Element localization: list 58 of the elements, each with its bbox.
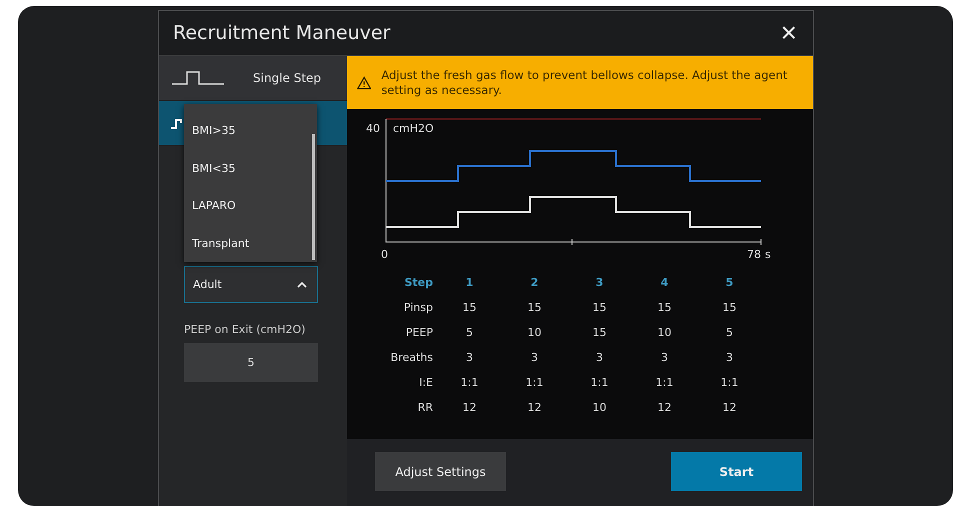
step-icon: [171, 117, 183, 129]
close-button[interactable]: ×: [776, 19, 801, 47]
axis-label: 78: [747, 248, 761, 261]
table-cell-text: 1:1: [524, 375, 544, 391]
axis-unit: cmH2O: [393, 122, 434, 135]
table-cell-text: 12: [526, 400, 542, 416]
chevron-icon: [297, 282, 307, 288]
table-header: 5: [724, 275, 734, 291]
table-cell-text: 15: [722, 300, 738, 316]
table-cell-text: 15: [526, 300, 542, 316]
peep-field[interactable]: 5: [184, 343, 318, 382]
table-cell-text: 1:1: [590, 375, 610, 391]
mode-tab[interactable]: Single Step: [159, 56, 347, 101]
table-cell-text: 15: [592, 300, 608, 316]
table-cell-text: 5: [725, 325, 734, 341]
table-cell-text: 15: [656, 300, 672, 316]
table-cell-text: 10: [592, 400, 608, 416]
table-cell-text: 12: [656, 400, 672, 416]
dropdown-option[interactable]: BMI>35: [184, 112, 317, 150]
table-header: 2: [530, 275, 540, 291]
table-cell-text: 3: [465, 350, 474, 366]
table-header: Step: [403, 275, 433, 291]
table-cell-text: 12: [462, 400, 478, 416]
adjust-settings-button[interactable]: Adjust Settings: [375, 452, 506, 491]
table-cell-text: 3: [530, 350, 539, 366]
table-header: 3: [594, 275, 604, 291]
row-label: PEEP: [404, 325, 433, 341]
table-cell-text: 15: [462, 300, 478, 316]
field-label: PEEP on Exit (cmH2O): [184, 323, 306, 336]
dropdown-option[interactable]: LAPARO: [184, 187, 317, 224]
table-cell-text: 1:1: [654, 375, 674, 391]
dialog-title: Recruitment Maneuver: [173, 22, 390, 44]
axis-unit: s: [765, 248, 771, 261]
table-cell-text: 1:1: [460, 375, 480, 391]
table-cell-text: 10: [656, 325, 672, 341]
table-header: 4: [660, 275, 670, 291]
table-cell-text: 3: [595, 350, 604, 366]
row-label: I:E: [418, 375, 433, 391]
dropdown-option[interactable]: BMI<35: [184, 150, 317, 187]
table-cell-text: 3: [660, 350, 669, 366]
warning-text: Adjust the fresh gas flow to prevent bellows collapse. Adjust the agent setting as necessary.: [381, 68, 788, 98]
table-cell-text: 3: [725, 350, 734, 366]
table-cell-text: 5: [465, 325, 474, 341]
axis-label: 0: [381, 248, 388, 261]
table-header: 1: [464, 275, 474, 291]
row-label: RR: [416, 400, 433, 416]
table-cell-text: 15: [592, 325, 608, 341]
row-label: Breaths: [390, 350, 433, 366]
start-button[interactable]: Start: [671, 452, 802, 491]
axis-label: 40: [366, 122, 380, 135]
table-cell-text: 1:1: [720, 375, 740, 391]
table-cell-text: 10: [526, 325, 542, 341]
preset-dropdown[interactable]: Adult: [184, 266, 318, 303]
row-label: Pinsp: [402, 300, 433, 316]
pulse-icon: [171, 70, 225, 86]
table-cell-text: 12: [722, 400, 738, 416]
dropdown-option[interactable]: Transplant: [184, 224, 317, 262]
warning-icon: [357, 74, 372, 90]
